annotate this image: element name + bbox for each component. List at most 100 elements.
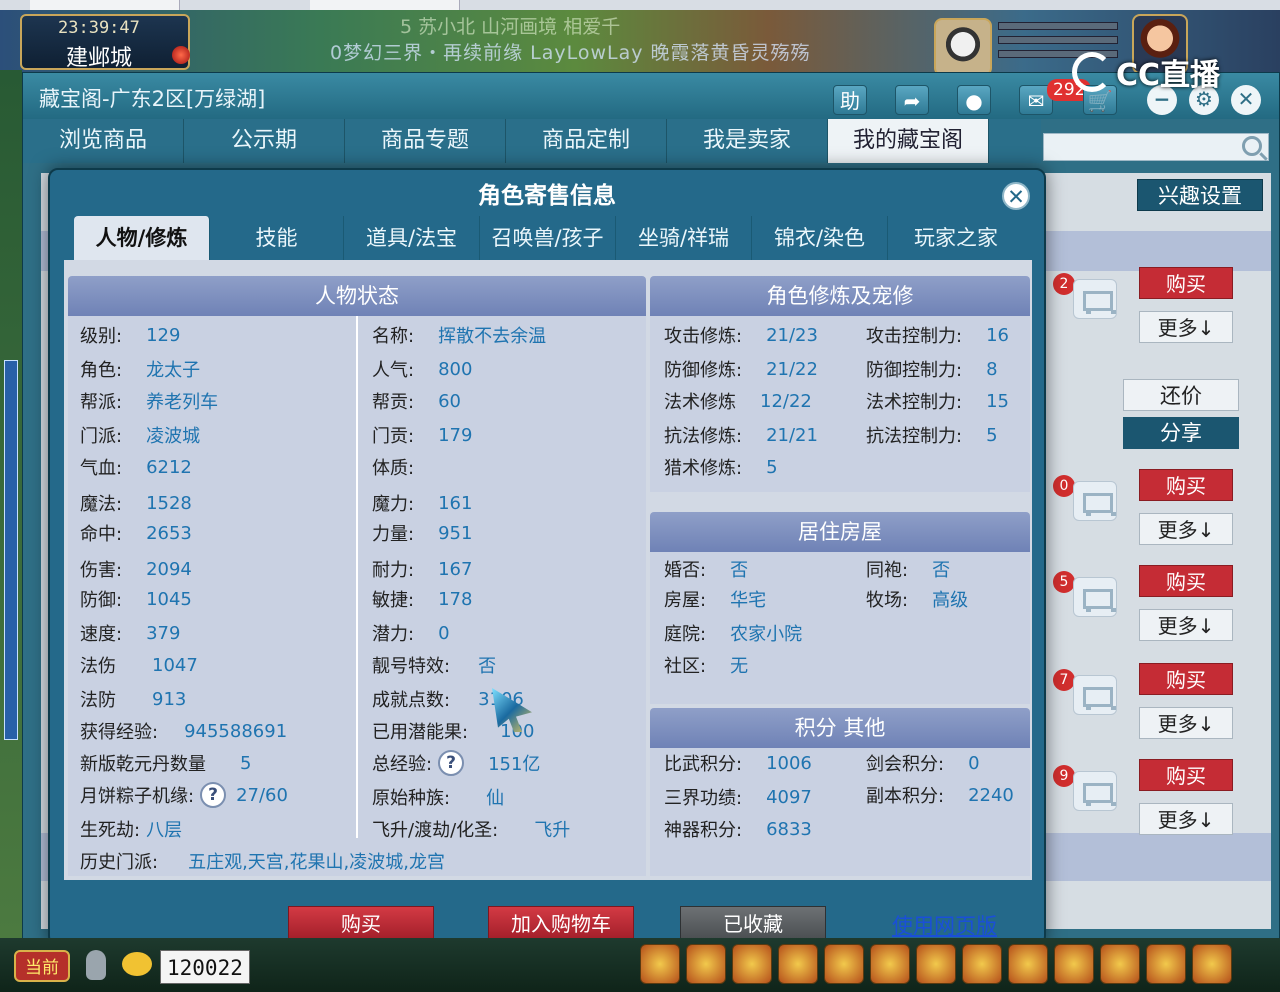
value: 无 — [730, 656, 749, 677]
side-channel-tab[interactable] — [4, 360, 18, 740]
help-question-icon[interactable]: ? — [200, 782, 227, 808]
game-clock: 23:39:47 — [58, 18, 140, 38]
tab-skills[interactable]: 技能 — [210, 216, 344, 260]
buy-button[interactable]: 购买 — [1139, 663, 1233, 695]
field-physique: 体质: — [372, 454, 414, 480]
nav-browse[interactable]: 浏览商品 — [23, 119, 184, 163]
tab-mounts[interactable]: 坐骑/祥瑞 — [616, 216, 752, 260]
field-magic-power: 魔力: 161 — [372, 490, 472, 516]
more-button[interactable]: 更多↓ — [1139, 609, 1233, 641]
buy-button[interactable]: 购买 — [1139, 267, 1233, 299]
more-button[interactable]: 更多↓ — [1139, 803, 1233, 835]
label: 庭院: — [664, 624, 707, 645]
nav-my-cbg[interactable]: 我的藏宝阁 — [828, 119, 989, 163]
label: 法术控制力: — [866, 392, 963, 413]
more-button[interactable]: 更多↓ — [1139, 513, 1233, 545]
housing-heading: 居住房屋 — [650, 512, 1030, 552]
cart-icon[interactable] — [1073, 577, 1117, 617]
cc-logo-icon — [1072, 52, 1112, 92]
tray-icon[interactable] — [1192, 944, 1232, 984]
interest-settings-button[interactable]: 兴趣设置 — [1137, 179, 1263, 211]
tray-icon[interactable] — [686, 944, 726, 984]
red-orb-icon[interactable] — [172, 46, 190, 64]
value: 21/23 — [766, 324, 818, 346]
buy-button[interactable]: 购买 — [1139, 565, 1233, 597]
buy-button[interactable]: 购买 — [288, 906, 434, 940]
record-icon[interactable]: ● — [957, 85, 991, 115]
close-icon[interactable]: ✕ — [1231, 85, 1261, 115]
buy-button[interactable]: 购买 — [1139, 469, 1233, 501]
tray-icon[interactable] — [1146, 944, 1186, 984]
chat-input[interactable]: 120022 — [160, 950, 250, 984]
value: 27/60 — [236, 784, 288, 806]
add-to-cart-button[interactable]: 加入购物车 — [488, 906, 634, 940]
tray-icon[interactable] — [640, 944, 680, 984]
tab-pets[interactable]: 召唤兽/孩子 — [480, 216, 616, 260]
field-merit: 三界功绩: 4097 — [664, 784, 812, 810]
row-index-badge: 2 — [1053, 273, 1075, 295]
tray-icon[interactable] — [732, 944, 772, 984]
cart-icon[interactable] — [1073, 771, 1117, 811]
nav-seller[interactable]: 我是卖家 — [667, 119, 828, 163]
field-mp: 魔法: 1528 — [80, 490, 192, 516]
field-hunt-cult: 猎术修炼: 5 — [664, 454, 778, 480]
tab-character[interactable]: 人物/修炼 — [74, 216, 210, 260]
game-chat-bar: 当前 120022 — [0, 938, 1280, 992]
web-version-link[interactable]: 使用网页版 — [892, 910, 997, 940]
share-button[interactable]: 分享 — [1123, 417, 1239, 449]
search-icon[interactable] — [1242, 136, 1262, 156]
tray-icon[interactable] — [778, 944, 818, 984]
microphone-icon[interactable] — [86, 950, 106, 980]
modal-action-bar: 购买 加入购物车 已收藏 使用网页版 — [50, 882, 1044, 946]
field-history-school: 历史门派: 五庄观,天宫,花果山,凌波城,龙宫 — [80, 848, 445, 874]
browser-tab[interactable] — [30, 0, 180, 10]
bargain-button[interactable]: 还价 — [1123, 379, 1239, 411]
more-button[interactable]: 更多↓ — [1139, 311, 1233, 343]
tab-home[interactable]: 玩家之家 — [888, 216, 1024, 260]
nav-public[interactable]: 公示期 — [184, 119, 345, 163]
value: 178 — [438, 588, 473, 610]
favorited-button[interactable]: 已收藏 — [680, 906, 826, 940]
cart-icon[interactable] — [1073, 279, 1117, 319]
tray-icon[interactable] — [1008, 944, 1048, 984]
left-side-panel — [0, 70, 22, 940]
help-question-icon[interactable]: ? — [438, 750, 465, 776]
label: 同袍: — [866, 560, 909, 581]
label: 敏捷: — [372, 590, 415, 611]
tray-icon[interactable] — [1054, 944, 1094, 984]
label: 法术修炼 — [664, 392, 736, 413]
nav-topics[interactable]: 商品专题 — [345, 119, 506, 163]
banner-text: 0梦幻三界・再续前缘 LayLowLay 晚霞落黄昏灵殇殇 — [330, 42, 811, 64]
search-input[interactable] — [1043, 133, 1269, 161]
label: 社区: — [664, 656, 707, 677]
chat-bubble-icon[interactable] — [122, 952, 152, 976]
label: 角色: — [80, 360, 123, 381]
tab-outfits[interactable]: 锦衣/染色 — [752, 216, 888, 260]
label: 历史门派: — [80, 852, 159, 873]
more-button[interactable]: 更多↓ — [1139, 707, 1233, 739]
points-heading: 积分 其他 — [650, 708, 1030, 748]
value: 4097 — [766, 786, 812, 808]
pet-avatar[interactable] — [934, 18, 992, 76]
buy-button[interactable]: 购买 — [1139, 759, 1233, 791]
game-clock-panel: 23:39:47 建邺城 — [20, 14, 190, 71]
value: 5 — [766, 456, 778, 478]
label: 帮贡: — [372, 392, 415, 413]
tray-icon[interactable] — [1100, 944, 1140, 984]
share-arrow-icon[interactable]: ➦ — [895, 85, 929, 115]
modal-close-icon[interactable]: ✕ — [1002, 182, 1030, 210]
chat-channel-button[interactable]: 当前 — [14, 950, 70, 982]
browser-tab[interactable] — [310, 0, 460, 10]
tray-icon[interactable] — [870, 944, 910, 984]
cart-icon[interactable] — [1073, 675, 1117, 715]
nav-custom[interactable]: 商品定制 — [506, 119, 667, 163]
label: 抗法控制力: — [866, 426, 963, 447]
tray-icon[interactable] — [916, 944, 956, 984]
cart-icon[interactable] — [1073, 481, 1117, 521]
tab-items[interactable]: 道具/法宝 — [344, 216, 480, 260]
field-exp: 获得经验: 945588691 — [80, 718, 287, 744]
tray-icon[interactable] — [824, 944, 864, 984]
label: 飞升/渡劫/化圣: — [372, 820, 499, 841]
tray-icon[interactable] — [962, 944, 1002, 984]
help-button[interactable]: 助 — [833, 85, 867, 115]
